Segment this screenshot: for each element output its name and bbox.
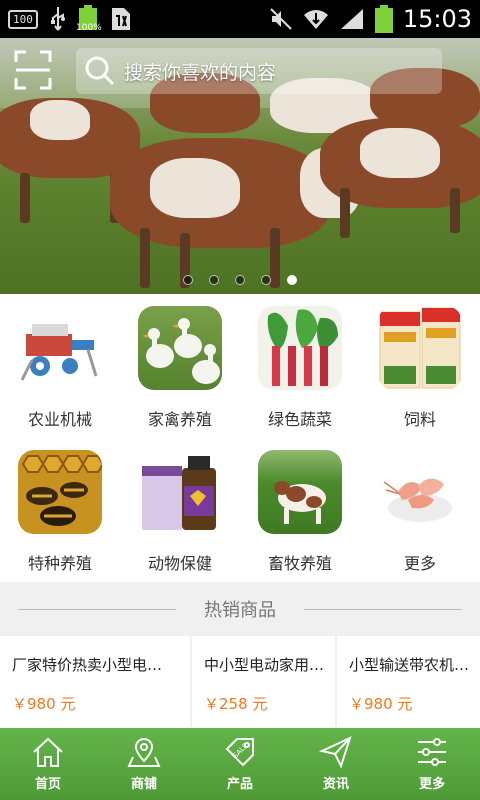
category-label: 更多 [403,554,436,573]
bottom-nav: 首页 商铺 SALE 产品 资讯 更多 [0,728,480,800]
product-list: 厂家特价热卖小型电… ￥980 元 中小型电动家用… ￥258 元 小型输送带农… [0,636,480,728]
geese-image [138,306,222,390]
map-pin-icon [127,737,161,767]
nav-home[interactable]: 首页 [0,728,96,800]
product-title: 小型输送带农机… [349,656,470,674]
clock: 15:03 [402,5,472,33]
home-icon [33,737,63,767]
carousel-dot[interactable] [235,275,245,285]
category-feed[interactable]: 饲料 [360,294,480,434]
category-label: 农业机械 [27,410,92,429]
shrimp-image [378,450,462,534]
category-label: 动物保健 [147,554,212,573]
search-icon [85,56,115,86]
nav-news[interactable]: 资讯 [288,728,384,800]
category-farm-machinery[interactable]: 农业机械 [0,294,120,434]
section-title: 热销商品 [194,596,286,622]
carousel-dot[interactable] [209,275,219,285]
category-grid: 农业机械 家禽养殖 绿色蔬菜 饲料 特种养殖 动物保健 畜牧养殖 更多 [0,294,480,582]
carousel-indicators [0,275,480,285]
divider [18,609,176,610]
carousel-dot[interactable] [261,275,271,285]
status-badge-100: 100 [8,9,38,29]
category-label: 家禽养殖 [147,410,212,429]
product-title: 中小型电动家用… [204,656,325,674]
banner-carousel[interactable]: 搜索你喜欢的内容 [0,38,480,294]
battery-icon [374,5,393,33]
send-icon [319,736,352,769]
product-price: ￥980 元 [12,695,76,713]
document-icon [111,8,130,30]
category-label: 畜牧养殖 [267,554,332,573]
scan-button[interactable] [14,50,52,90]
sliders-icon [418,738,446,766]
scan-icon [14,50,52,90]
carousel-dot-active[interactable] [287,275,297,285]
nav-label: 产品 [226,777,253,792]
carousel-dot[interactable] [183,275,193,285]
category-label: 特种养殖 [27,554,92,573]
mute-icon [270,8,292,30]
category-label: 饲料 [403,410,436,429]
nav-label: 首页 [34,777,61,792]
bees-image [18,450,102,534]
usb-icon [50,7,65,31]
category-animal-health[interactable]: 动物保健 [120,438,240,578]
svg-text:SALE: SALE [231,742,249,760]
category-more[interactable]: 更多 [360,438,480,578]
category-vegetables[interactable]: 绿色蔬菜 [240,294,360,434]
nav-label: 商铺 [130,777,157,792]
search-bar[interactable]: 搜索你喜欢的内容 [76,48,442,94]
cow-image [258,450,342,534]
product-price: ￥258 元 [204,695,268,713]
product-card[interactable]: 小型输送带农机… ￥980 元 [337,636,480,728]
category-poultry[interactable]: 家禽养殖 [120,294,240,434]
nav-more[interactable]: 更多 [384,728,480,800]
medicine-image [138,450,222,534]
search-input[interactable]: 搜索你喜欢的内容 [124,58,276,85]
divider [304,609,462,610]
product-price: ￥980 元 [349,695,413,713]
sale-tag-icon: SALE [225,738,254,767]
product-card[interactable]: 中小型电动家用… ￥258 元 [192,636,335,728]
nav-label: 资讯 [322,777,349,792]
product-title: 厂家特价热卖小型电… [12,656,163,674]
feed-bags-image [378,306,462,390]
product-card[interactable]: 厂家特价热卖小型电… ￥980 元 [0,636,190,728]
vegetables-image [258,306,342,390]
category-livestock[interactable]: 畜牧养殖 [240,438,360,578]
nav-label: 更多 [418,777,445,792]
nav-shops[interactable]: 商铺 [96,728,192,800]
nav-products[interactable]: SALE 产品 [192,728,288,800]
status-bar: 100 100% 15:03 [0,0,480,38]
wifi-icon [303,10,328,29]
farm-machine-image [18,306,102,390]
hot-products-header: 热销商品 [0,582,480,636]
battery-percent: 100% [76,23,102,33]
battery-full-icon: 100% [76,5,102,33]
signal-icon [340,9,363,29]
category-label: 绿色蔬菜 [267,410,332,429]
category-special-breeding[interactable]: 特种养殖 [0,438,120,578]
